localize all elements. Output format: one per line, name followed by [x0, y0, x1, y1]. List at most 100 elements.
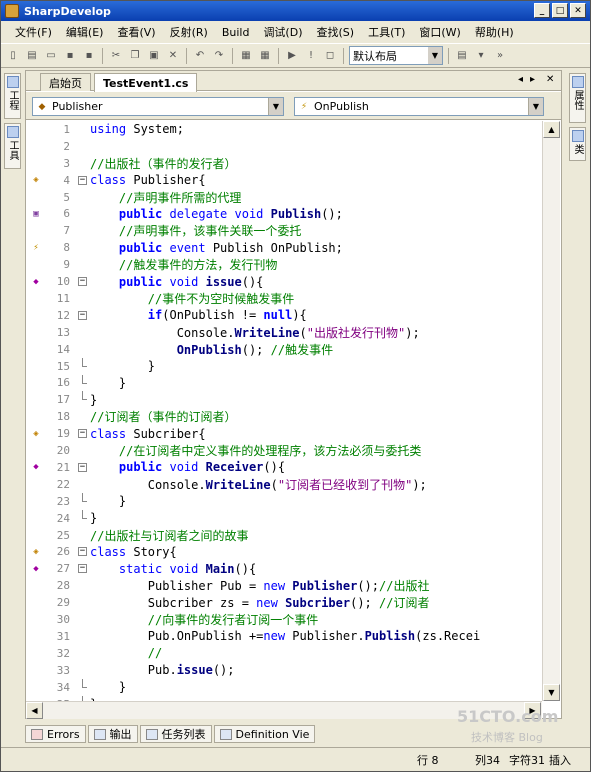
code-line[interactable]: 18 //订阅者（事件的订阅者） — [26, 408, 542, 425]
code-line[interactable]: ⚡ 8 public event Publish OnPublish; — [26, 239, 542, 256]
tools-pad-tab[interactable]: 工具 — [4, 123, 21, 169]
code-line[interactable]: 16 } — [26, 374, 542, 392]
code-line[interactable]: 9 //触发事件的方法，发行刊物 — [26, 256, 542, 273]
layout-select[interactable]: 默认布局 ▼ — [349, 46, 443, 65]
chevron-down-icon[interactable]: ▼ — [428, 47, 442, 64]
code-line[interactable]: 3 //出版社（事件的发行者） — [26, 155, 542, 172]
vertical-scrollbar[interactable]: ▲ ▼ — [542, 121, 560, 701]
code-line[interactable]: 33 Pub.issue(); — [26, 662, 542, 679]
menu-tools[interactable]: 工具(T) — [368, 24, 405, 40]
code-line[interactable]: 24} — [26, 509, 542, 527]
menu-file[interactable]: 文件(F) — [15, 24, 52, 40]
open-icon[interactable]: ▭ — [43, 48, 59, 64]
code-line[interactable]: 23 } — [26, 492, 542, 510]
menu-build[interactable]: Build — [222, 26, 250, 39]
tab-definition-view[interactable]: Definition Vie — [213, 725, 316, 743]
menu-window[interactable]: 窗口(W) — [419, 24, 460, 40]
code-line[interactable]: 34 } — [26, 678, 542, 696]
code-line[interactable]: 2 — [26, 138, 542, 155]
class-combo[interactable]: ◆ Publisher ▼ — [32, 97, 284, 116]
code-line[interactable]: 17} — [26, 391, 542, 408]
fold-toggle-icon[interactable]: − — [78, 429, 87, 439]
classes-pad-tab[interactable]: 类 — [569, 127, 586, 161]
new-file-icon[interactable]: ▯ — [5, 48, 21, 64]
code-line[interactable]: 12− if(OnPublish != null){ — [26, 307, 542, 324]
code-line[interactable]: ▣ 6 public delegate void Publish(); — [26, 206, 542, 223]
tab-scroll-right-icon[interactable]: ▸ — [530, 74, 535, 85]
fold-toggle-icon[interactable]: − — [78, 547, 87, 557]
fold-toggle-icon[interactable]: − — [78, 462, 87, 472]
tab-testevent1[interactable]: TestEvent1.cs — [94, 73, 198, 92]
scroll-left-icon[interactable]: ◀ — [26, 702, 43, 719]
tab-start-page[interactable]: 启始页 — [40, 73, 91, 91]
member-combo[interactable]: ⚡ OnPublish ▼ — [294, 97, 544, 116]
minimize-button[interactable]: _ — [534, 3, 550, 18]
stop-icon[interactable]: ◻ — [322, 48, 338, 64]
properties-pad-tab[interactable]: 属性 — [569, 73, 586, 123]
code-line[interactable]: ◈ 26− class Story{ — [26, 544, 542, 561]
code-line[interactable]: 13 Console.WriteLine("出版社发行刊物"); — [26, 324, 542, 341]
menu-view[interactable]: 查看(V) — [117, 24, 155, 40]
menu-help[interactable]: 帮助(H) — [475, 24, 514, 40]
code-line[interactable]: 22 Console.WriteLine("订阅者已经收到了刊物"); — [26, 476, 542, 493]
tab-scroll-left-icon[interactable]: ◂ — [518, 74, 523, 85]
code-line[interactable]: 29 Subcriber zs = new Subcriber(); //订阅者 — [26, 594, 542, 611]
toolbar-options-icon[interactable]: » — [492, 48, 508, 64]
save-icon[interactable]: ▪ — [62, 48, 78, 64]
menu-edit[interactable]: 编辑(E) — [66, 24, 104, 40]
redo-icon[interactable]: ↷ — [211, 48, 227, 64]
delete-icon[interactable]: ✕ — [165, 48, 181, 64]
code-line[interactable]: 15 } — [26, 357, 542, 375]
dropdown-arrow-icon[interactable]: ▾ — [473, 48, 489, 64]
code-line[interactable]: 20 //在订阅者中定义事件的处理程序，该方法必须与委托类 — [26, 442, 542, 459]
build-icon[interactable]: ▦ — [238, 48, 254, 64]
pad-icon[interactable]: ▤ — [454, 48, 470, 64]
code-line[interactable]: 30 //向事件的发行者订阅一个事件 — [26, 611, 542, 628]
paste-icon[interactable]: ▣ — [146, 48, 162, 64]
code-line[interactable]: ◈ 4− class Publisher{ — [26, 172, 542, 189]
code-line[interactable]: ◆ 27− static void Main(){ — [26, 560, 542, 577]
menu-search[interactable]: 查找(S) — [317, 24, 355, 40]
save-all-icon[interactable]: ▪ — [81, 48, 97, 64]
tab-task-list[interactable]: 任务列表 — [139, 725, 212, 743]
chevron-down-icon[interactable]: ▼ — [268, 98, 283, 115]
code-line[interactable]: 31 Pub.OnPublish +=new Publisher.Publish… — [26, 628, 542, 645]
close-button[interactable]: ✕ — [570, 3, 586, 18]
code-line[interactable]: 14 OnPublish(); //触发事件 — [26, 341, 542, 358]
chevron-down-icon[interactable]: ▼ — [528, 98, 543, 115]
menu-reflection[interactable]: 反射(R) — [170, 24, 208, 40]
line-number: 11 — [56, 291, 70, 305]
code-line[interactable]: 32 // — [26, 645, 542, 662]
tab-output[interactable]: 输出 — [87, 725, 138, 743]
code-area[interactable]: 1 using System; 2 3//出版社（事件的发行者） ◈ 4− class Pu… — [26, 121, 542, 701]
code-line[interactable]: ◆ 21− public void Receiver(){ — [26, 459, 542, 476]
code-text: public delegate void Publish(); — [90, 206, 343, 221]
code-line[interactable]: 11 //事件不为空时候触发事件 — [26, 290, 542, 307]
fold-toggle-icon[interactable]: − — [78, 175, 87, 185]
run-icon[interactable]: ▶ — [284, 48, 300, 64]
undo-icon[interactable]: ↶ — [192, 48, 208, 64]
new-project-icon[interactable]: ▤ — [24, 48, 40, 64]
copy-icon[interactable]: ❐ — [127, 48, 143, 64]
close-tab-icon[interactable]: ✕ — [546, 74, 554, 85]
code-line[interactable]: 1 using System; — [26, 121, 542, 138]
code-line[interactable]: 5 //声明事件所需的代理 — [26, 189, 542, 206]
breakpoint-icon[interactable]: ! — [303, 48, 319, 64]
line-number: 8 — [63, 241, 70, 255]
code-line[interactable]: 7 //声明事件，该事件关联一个委托 — [26, 222, 542, 239]
fold-toggle-icon[interactable]: − — [78, 310, 87, 320]
rebuild-icon[interactable]: ▦ — [257, 48, 273, 64]
fold-toggle-icon[interactable]: − — [78, 277, 87, 287]
menu-debug[interactable]: 调试(D) — [263, 24, 302, 40]
code-line[interactable]: 28 Publisher Pub = new Publisher();//出版社 — [26, 577, 542, 594]
scroll-up-icon[interactable]: ▲ — [543, 121, 560, 138]
fold-toggle-icon[interactable]: − — [78, 564, 87, 574]
code-line[interactable]: ◈ 19− class Subcriber{ — [26, 425, 542, 442]
maximize-button[interactable]: □ — [552, 3, 568, 18]
scroll-down-icon[interactable]: ▼ — [543, 684, 560, 701]
code-line[interactable]: ◆ 10− public void issue(){ — [26, 273, 542, 290]
cut-icon[interactable]: ✂ — [108, 48, 124, 64]
project-pad-tab[interactable]: 工程 — [4, 73, 21, 119]
code-line[interactable]: 25 //出版社与订阅者之间的故事 — [26, 527, 542, 544]
tab-errors[interactable]: Errors — [25, 725, 86, 743]
